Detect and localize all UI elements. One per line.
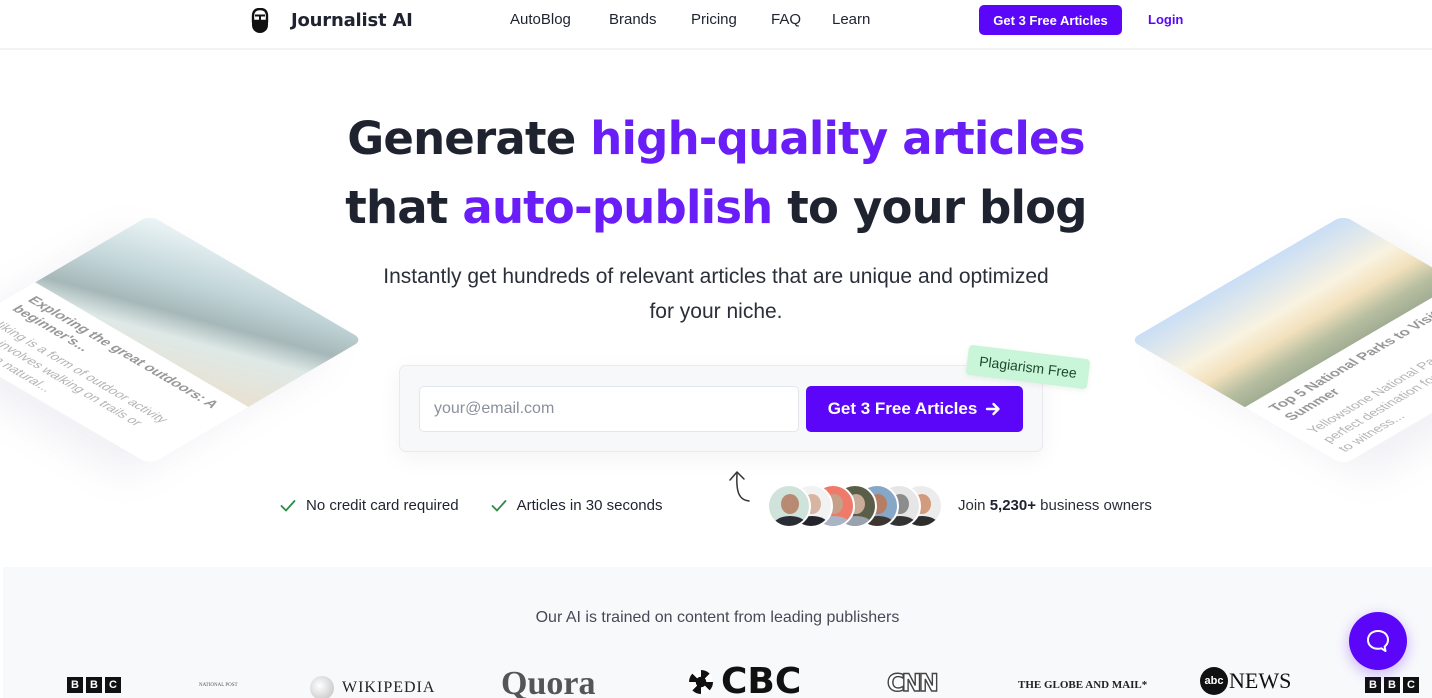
email-input[interactable]	[419, 386, 799, 432]
cnn-logo: CNN	[886, 668, 939, 697]
top-navbar: Journalist AI AutoBlog Brands Pricing FA…	[0, 0, 1432, 50]
bbc-letter: B	[1384, 677, 1400, 693]
hero-headline-line-2: that auto-publish to your blog	[0, 181, 1432, 234]
check-item: No credit card required	[280, 497, 459, 514]
bbc-letter: C	[1403, 677, 1419, 693]
chat-launcher-button[interactable]	[1349, 612, 1407, 670]
bbc-letter: B	[67, 677, 83, 693]
cbc-logo: CBC	[689, 661, 801, 698]
publisher-logos: B B C NATIONAL POST WIKIPEDIA Quora CBC …	[3, 661, 1432, 698]
headline-text: to your blog	[772, 181, 1087, 234]
nav-get-free-articles-button[interactable]: Get 3 Free Articles	[979, 5, 1122, 35]
avatar	[767, 484, 811, 528]
bbc-logo: B B C	[67, 677, 121, 693]
check-label: No credit card required	[306, 497, 459, 514]
cbc-gem-icon	[689, 669, 713, 694]
microphone-logo-icon	[251, 8, 269, 33]
nav-link-brands[interactable]: Brands	[609, 11, 657, 28]
globe-and-mail-logo: THE GLOBE AND MAIL*	[1018, 679, 1148, 691]
brand-logo[interactable]: Journalist AI	[250, 8, 413, 34]
abc-news-wordmark: NEWS	[1229, 668, 1292, 693]
bbc-letter: B	[86, 677, 102, 693]
social-proof-text: Join 5,230+ business owners	[958, 497, 1152, 514]
abc-news-logo: abc NEWS	[1200, 667, 1291, 695]
subheading-line-1: Instantly get hundreds of relevant artic…	[383, 265, 1049, 288]
wikipedia-logo: WIKIPEDIA	[310, 676, 435, 698]
chat-bubble-icon	[1367, 630, 1389, 652]
national-post-logo: NATIONAL POST	[199, 683, 238, 688]
headline-accent: auto-publish	[462, 181, 773, 234]
join-suffix: business owners	[1035, 497, 1152, 514]
check-item: Articles in 30 seconds	[491, 497, 663, 514]
cbc-wordmark: CBC	[721, 661, 802, 698]
publishers-title: Our AI is trained on content from leadin…	[535, 609, 900, 626]
nav-link-autoblog[interactable]: AutoBlog	[510, 11, 571, 28]
arrow-right-icon	[986, 402, 1000, 416]
bbc-letter: B	[1365, 677, 1381, 693]
check-icon	[491, 499, 506, 512]
headline-text: Generate	[347, 112, 591, 165]
nav-link-learn[interactable]: Learn	[832, 11, 870, 28]
wikipedia-wordmark: WIKIPEDIA	[342, 679, 436, 696]
bbc-logo: B B C	[1365, 677, 1419, 693]
curved-arrow-icon	[729, 471, 750, 502]
check-icon	[280, 499, 296, 512]
button-label: Get 3 Free Articles	[827, 399, 978, 418]
signup-form: Get 3 Free Articles	[399, 365, 1043, 452]
subheading-line-2: for your niche.	[649, 300, 783, 323]
get-free-articles-button[interactable]: Get 3 Free Articles	[806, 386, 1023, 432]
headline-accent: high-quality articles	[590, 112, 1085, 165]
join-count: 5,230+	[989, 497, 1036, 514]
sample-article-card-right: Top 5 National Parks to Visit this Summe…	[1130, 215, 1432, 465]
bbc-letter: C	[105, 677, 121, 693]
quora-logo: Quora	[501, 665, 596, 698]
abc-circle: abc	[1200, 667, 1228, 695]
brand-name: Journalist AI	[291, 10, 413, 31]
hero-headline-line-1: Generate high-quality articles	[0, 112, 1432, 165]
wikipedia-globe-icon	[310, 676, 334, 698]
sample-article-card-left: Exploring the great outdoors: A beginner…	[0, 215, 364, 465]
headline-text: that	[345, 181, 463, 234]
join-prefix: Join	[958, 497, 990, 514]
nav-link-faq[interactable]: FAQ	[771, 11, 801, 28]
login-link[interactable]: Login	[1148, 12, 1183, 27]
hero-subheading: Instantly get hundreds of relevant artic…	[0, 259, 1432, 329]
check-label: Articles in 30 seconds	[516, 497, 663, 514]
feature-checks: No credit card required Articles in 30 s…	[280, 497, 662, 514]
publishers-section: Our AI is trained on content from leadin…	[3, 567, 1432, 698]
nav-link-pricing[interactable]: Pricing	[691, 11, 737, 28]
